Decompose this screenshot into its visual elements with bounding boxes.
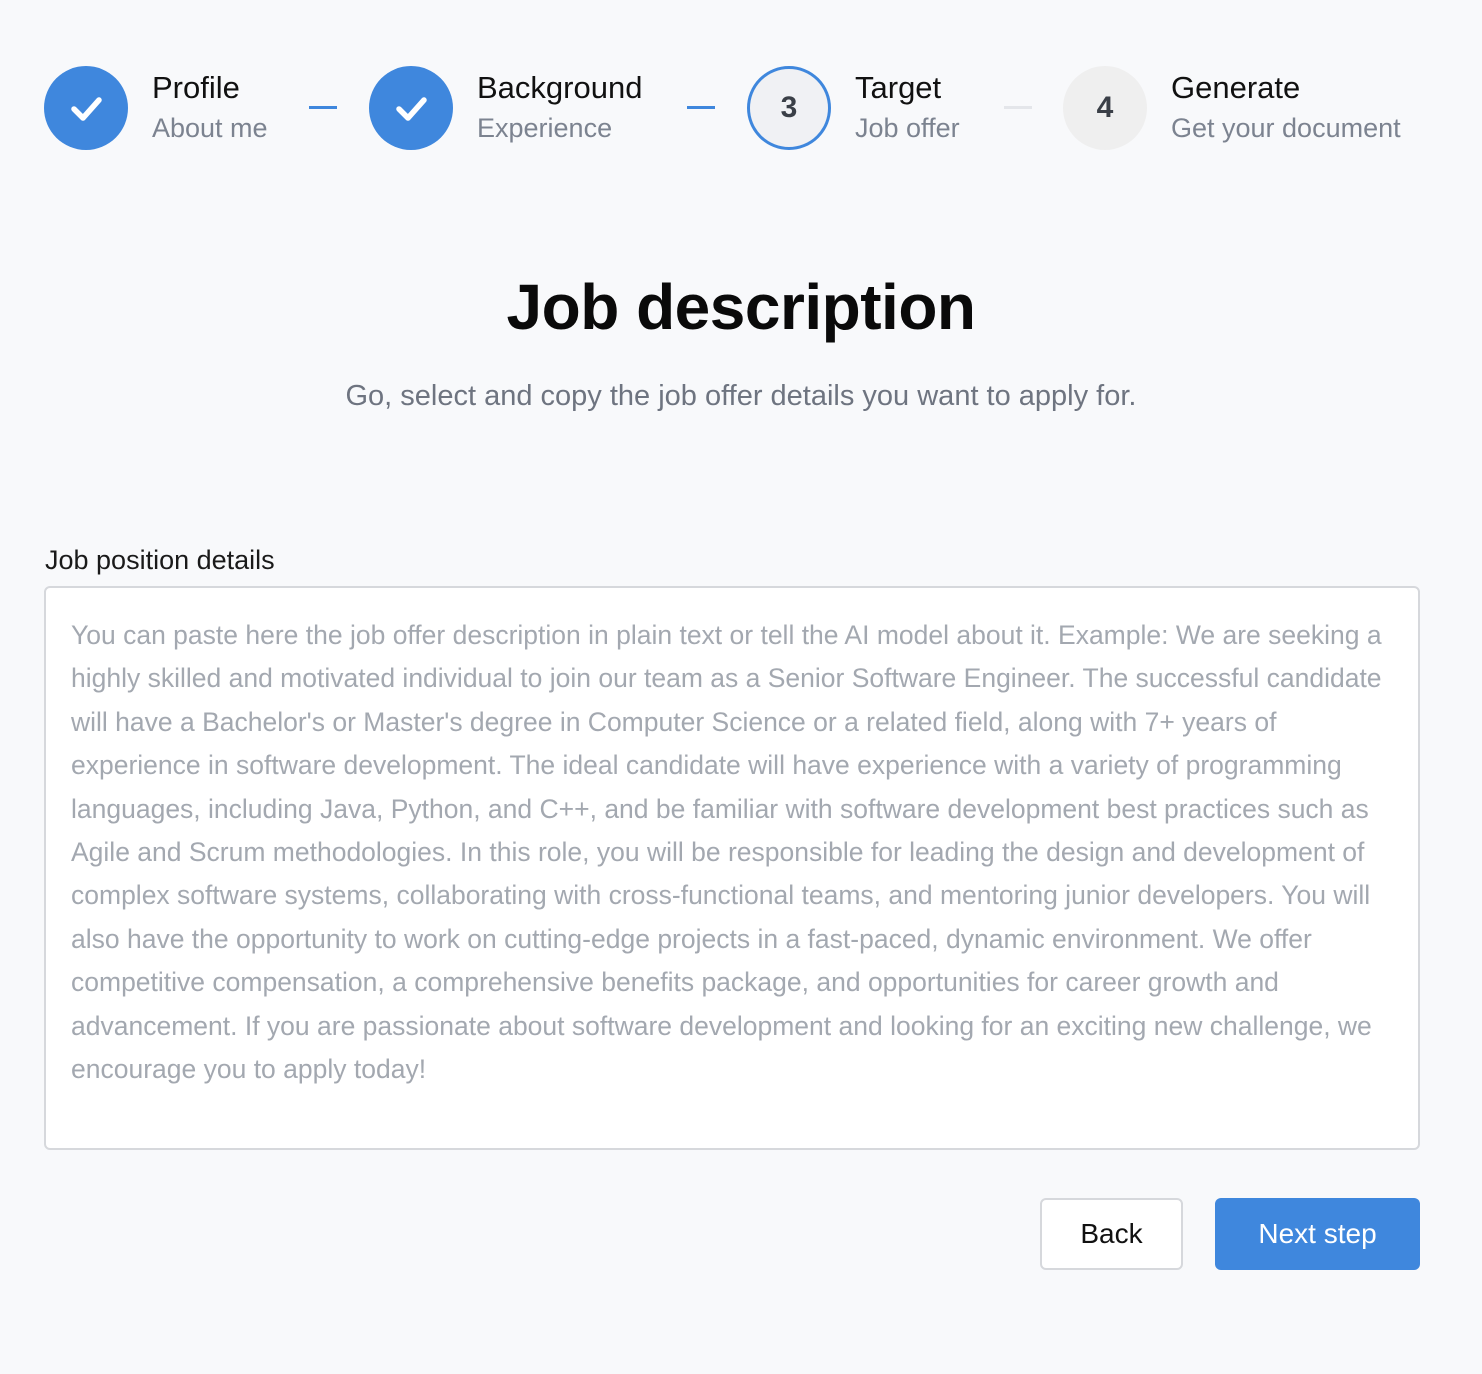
step-generate[interactable]: 4 Generate Get your document [1063,66,1401,150]
step-title: Background [477,70,643,105]
step-background[interactable]: Background Experience [369,66,642,150]
check-icon [396,97,427,121]
job-details-textarea[interactable] [44,586,1420,1150]
step-2-indicator [369,66,453,150]
step-title: Generate [1171,70,1301,105]
step-title: Target [855,70,942,105]
page: Profile About me Background Experience 3 [0,0,1482,1374]
step-connector [309,106,337,109]
stepper: Profile About me Background Experience 3 [44,66,1444,150]
step-subtitle: Job offer [855,113,960,143]
step-title: Profile [152,70,240,105]
check-icon [71,97,102,121]
step-subtitle: About me [152,113,268,143]
step-connector [687,106,715,109]
job-details-label: Job position details [45,545,275,575]
step-number: 4 [1096,91,1114,124]
step-target[interactable]: 3 Target Job offer [747,66,960,150]
step-1-indicator [44,66,128,150]
step-profile[interactable]: Profile About me [44,66,268,150]
step-subtitle: Experience [477,113,613,143]
back-button[interactable]: Back [1040,1198,1183,1270]
step-connector [1004,106,1032,109]
step-3-indicator: 3 [747,66,831,150]
step-subtitle: Get your document [1171,113,1401,143]
page-title: Job description [506,271,977,343]
next-step-button[interactable]: Next step [1215,1198,1420,1270]
page-subtitle: Go, select and copy the job offer detail… [345,380,1137,412]
step-number: 3 [780,91,798,124]
step-4-indicator: 4 [1063,66,1147,150]
